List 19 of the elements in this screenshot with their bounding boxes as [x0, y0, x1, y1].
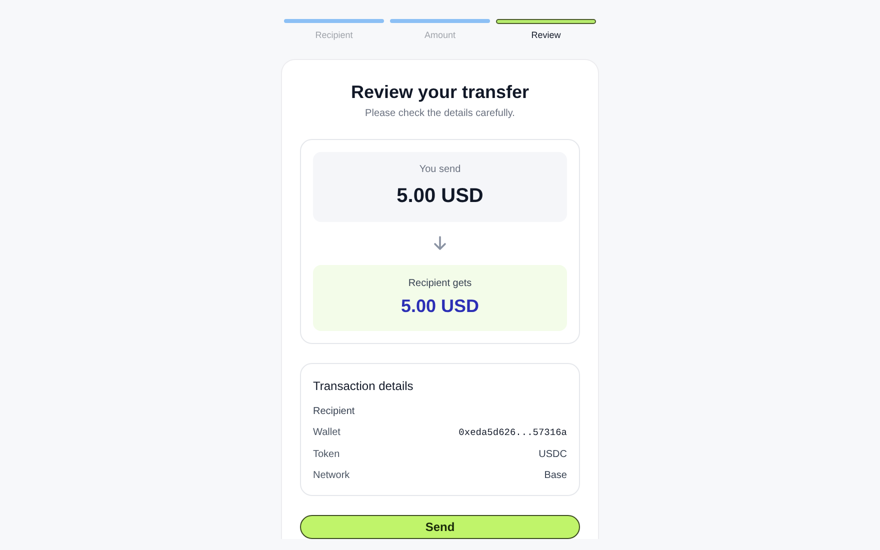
detail-value: USDC	[538, 448, 567, 462]
details-title: Transaction details	[313, 378, 414, 394]
send-label: You send	[419, 163, 461, 177]
card-title: Review your transfer	[350, 80, 530, 104]
detail-label: Network	[313, 469, 350, 484]
send-button[interactable]: Send	[300, 514, 580, 538]
detail-label: Token	[313, 448, 340, 462]
detail-value: 0xeda5d626...57316a	[458, 426, 567, 440]
detail-label: Wallet	[313, 426, 340, 440]
step-label: Amount	[424, 29, 456, 42]
detail-label: Recipient	[313, 404, 355, 419]
detail-value: Base	[544, 469, 567, 484]
card-subtitle: Please check the details carefully.	[364, 106, 516, 120]
step-label: Review	[531, 29, 561, 42]
receive-label: Recipient gets	[408, 276, 472, 290]
step-label: Recipient	[315, 29, 353, 42]
receive-amount: 5.00 USD	[400, 294, 480, 318]
send-amount: 5.00 USD	[396, 184, 484, 209]
arrow-down-icon	[433, 236, 447, 250]
